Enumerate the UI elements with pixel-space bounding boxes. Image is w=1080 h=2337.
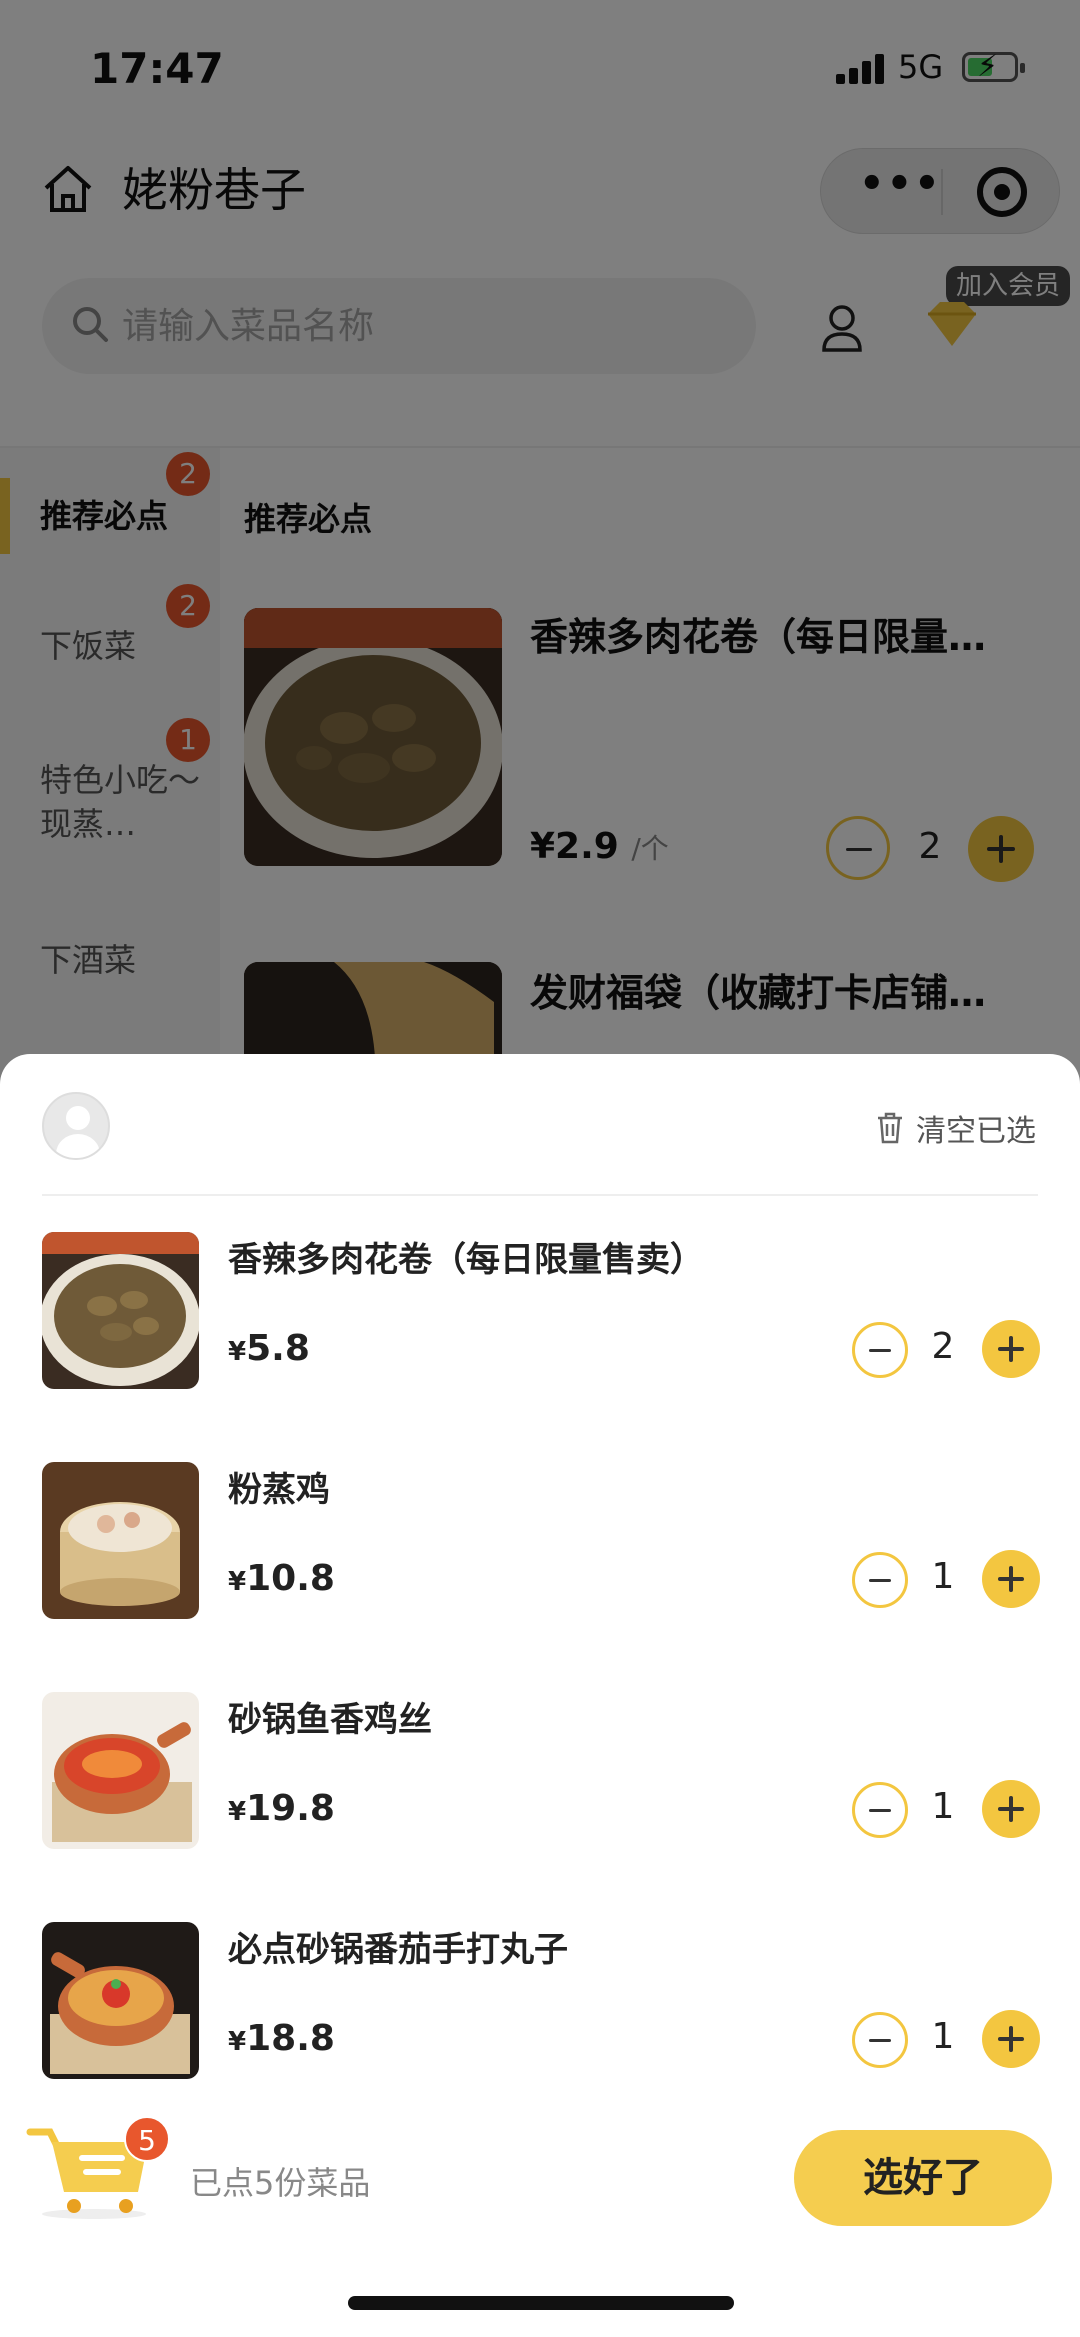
cart-count-badge: 5 <box>124 2116 170 2162</box>
cart-item-name: 砂锅鱼香鸡丝 <box>228 1700 432 1740</box>
cart-item-name: 必点砂锅番茄手打丸子 <box>228 1930 568 1970</box>
cart-summary: 已点5份菜品 <box>190 2164 371 2202</box>
increase-button[interactable] <box>982 2010 1040 2068</box>
yen-symbol: ¥ <box>228 1797 247 1827</box>
decrease-button[interactable] <box>852 2012 908 2068</box>
cart-item-price-value: 18.8 <box>246 2018 335 2059</box>
cart-item-image <box>42 1692 199 1849</box>
cart-item: 香辣多肉花卷（每日限量售卖） ¥5.8 2 <box>0 1232 1080 1392</box>
cart-item-price-value: 5.8 <box>246 1328 310 1369</box>
cart-item-image <box>42 1922 199 2079</box>
cart-item-name: 粉蒸鸡 <box>228 1470 330 1510</box>
cart-item-price: ¥19.8 <box>228 1788 335 1829</box>
cart-item-quantity: 1 <box>931 1556 955 1597</box>
cart-item: 必点砂锅番茄手打丸子 ¥18.8 1 <box>0 1922 1080 2082</box>
cart-item-price: ¥10.8 <box>228 1558 335 1599</box>
cart-item-price-value: 10.8 <box>246 1558 335 1599</box>
cart-item: 砂锅鱼香鸡丝 ¥19.8 1 <box>0 1692 1080 1852</box>
cart-item-image <box>42 1462 199 1619</box>
cart-footer: 5 已点5份菜品 选好了 <box>0 2100 1080 2230</box>
cart-item-quantity: 2 <box>931 1326 955 1367</box>
yen-symbol: ¥ <box>228 1567 247 1597</box>
cart-item-price-value: 19.8 <box>246 1788 335 1829</box>
confirm-order-button[interactable]: 选好了 <box>794 2130 1052 2226</box>
yen-symbol: ¥ <box>228 1337 247 1367</box>
cart-item-price: ¥5.8 <box>228 1328 310 1369</box>
cart-item-quantity: 1 <box>931 1786 955 1827</box>
trash-icon <box>878 1112 902 1144</box>
cart-item: 粉蒸鸡 ¥10.8 1 <box>0 1462 1080 1622</box>
clear-cart-label: 清空已选 <box>916 1114 1036 1149</box>
decrease-button[interactable] <box>852 1782 908 1838</box>
avatar <box>42 1092 110 1160</box>
cart-item-name: 香辣多肉花卷（每日限量售卖） <box>228 1240 704 1280</box>
increase-button[interactable] <box>982 1780 1040 1838</box>
cart-item-image <box>42 1232 199 1389</box>
clear-cart-button[interactable]: 清空已选 <box>876 1106 1036 1150</box>
cart-item-quantity: 1 <box>931 2016 955 2057</box>
home-indicator <box>348 2296 734 2310</box>
decrease-button[interactable] <box>852 1322 908 1378</box>
decrease-button[interactable] <box>852 1552 908 1608</box>
increase-button[interactable] <box>982 1550 1040 1608</box>
cart-item-price: ¥18.8 <box>228 2018 335 2059</box>
increase-button[interactable] <box>982 1320 1040 1378</box>
yen-symbol: ¥ <box>228 2027 247 2057</box>
